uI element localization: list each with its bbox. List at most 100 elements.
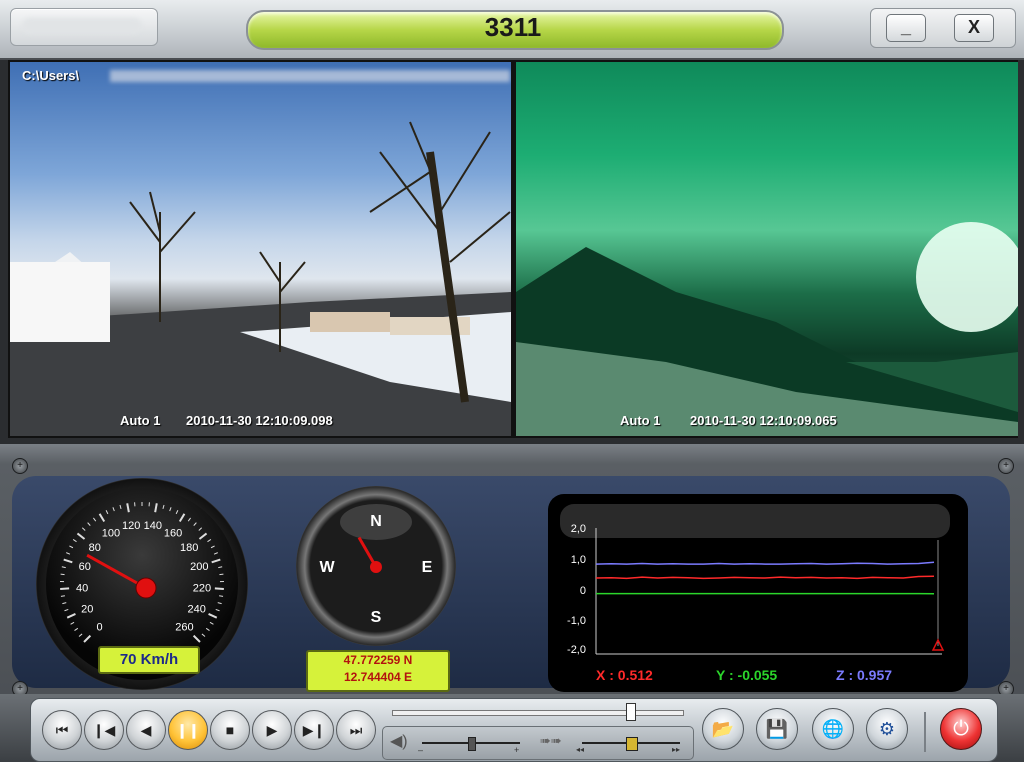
stop-button[interactable]: ■ [210,710,250,750]
open-folder-button[interactable]: 📂 [702,708,744,750]
speedometer-tick [169,507,172,512]
speedometer-tick [187,517,192,522]
separator [924,712,926,752]
speedometer-tick [66,552,71,555]
y-tick-label: 1,0 [570,554,586,566]
camera-view-2[interactable]: Auto 1 2010-11-30 12:10:09.065 [516,62,1018,436]
step-back-button[interactable]: ❙◀ [84,710,124,750]
play-button[interactable]: ▶ [252,710,292,750]
speedometer-tick-label: 240 [188,604,206,616]
play-backward-button[interactable]: ◀ [126,710,166,750]
speedometer-tick [81,527,86,531]
position-slider-thumb[interactable] [625,703,636,721]
fast-forward-icon: ➠➠ [540,733,562,748]
speedometer-tick [92,517,97,522]
speedometer-tick [175,510,179,515]
accelerometer-plot [595,528,945,655]
camera-1-timestamp: 2010-11-30 12:10:09.098 [186,413,333,428]
save-icon: 💾 [765,719,789,739]
compass-west-label: W [319,559,335,576]
compass-north-label: N [370,513,382,530]
y-tick-label: -1,0 [567,615,586,627]
save-button[interactable]: 💾 [756,708,798,750]
speedometer-tick [209,621,214,625]
camera-1-channel: Auto 1 [120,413,161,428]
volume-slider-thumb[interactable] [468,737,476,751]
speedometer-tick [70,621,75,625]
skip-last-button[interactable]: ⏭ [336,710,376,750]
screw-icon: + [12,458,28,474]
stop-icon: ■ [225,722,235,738]
y-tick-label: -2,0 [567,644,586,656]
longitude-readout: 12.744404 E [343,670,413,684]
speedometer-tick-label: 220 [193,583,211,595]
speedometer-tick [208,613,218,619]
camera-2-channel: Auto 1 [620,413,661,428]
speedometer-tick [217,602,222,605]
compass-dial: N E S W [319,504,433,626]
window-title: 3311 [484,12,542,42]
speedometer-tick [64,608,69,612]
skip-first-button[interactable]: ⏮ [42,710,82,750]
speedometer-tick [87,522,91,526]
close-button[interactable]: X [954,14,994,42]
series-line-x [595,575,935,580]
speedometer-tick [192,634,201,643]
pause-button[interactable]: ❙❙ [168,710,208,750]
minimize-button[interactable]: _ [886,14,926,42]
speedometer-tick [205,627,210,631]
play-icon: ▶ [266,722,278,738]
step-forward-button[interactable]: ▶❙ [294,710,334,750]
globe-icon: 🌐 [821,719,845,739]
skip-last-icon: ⏭ [349,722,363,738]
speedometer-tick [61,566,66,569]
volume-plus-label: + [514,745,520,755]
camera-1-scene [10,121,511,436]
speedometer-tick [105,510,109,515]
speedometer-tick [162,504,165,509]
logo-redacted [22,18,142,34]
power-button[interactable]: ⏻ [940,708,982,750]
x-axis-readout: X : 0.512 [596,667,653,683]
settings-button[interactable]: ⚙ [866,708,908,750]
speedometer-tick [60,587,70,590]
pause-icon: ❙❙ [176,722,200,738]
speed-minus-label: ◂◂ [576,745,585,754]
speed-slider-thumb[interactable] [626,737,638,751]
speedometer-tick [119,504,122,509]
speedometer-tick-label: 40 [76,583,88,595]
speedometer-tick [214,587,224,590]
speed-plus-label: ▸▸ [672,745,681,754]
speedometer-tick [60,595,65,597]
latitude-readout: 47.772259 N [343,653,413,667]
gps-coordinates: 47.772259 N 12.744404 E [306,650,450,692]
speedometer-tick-label: 160 [164,528,182,540]
compass-south-label: S [371,609,382,626]
speedometer-tick-label: 200 [190,561,208,573]
compass-east-label: E [422,559,433,576]
speedometer-tick-label: 140 [144,520,162,532]
speedometer-tick [78,633,83,637]
speedometer-tick [112,507,115,512]
speedometer-tick-label: 120 [122,520,140,532]
speedometer-tick [213,552,218,555]
speedometer-tick-label: 180 [180,542,198,554]
camera-view-1[interactable]: C:\Users\ Auto 1 2010-11-30 12:10:09.098 [10,62,511,436]
camera-1-path: C:\Users\ [22,68,80,83]
screw-icon: + [998,458,1014,474]
power-icon: ⏻ [953,718,969,740]
speedometer-tick-label: 100 [102,528,120,540]
speedometer-tick [193,522,197,526]
speedometer-tick-label: 0 [97,621,103,633]
y-tick-label: 2,0 [570,523,586,535]
speedometer-tick [219,595,224,597]
speedometer-tick [178,513,186,523]
z-axis-readout: Z : 0.957 [836,667,893,683]
speedometer-tick-label: 260 [175,621,193,633]
step-forward-icon: ▶❙ [302,722,326,738]
map-button[interactable]: 🌐 [812,708,854,750]
speedometer-tick-label: 60 [79,561,91,573]
position-slider[interactable] [392,710,684,716]
speedometer-tick [62,602,67,605]
speedometer-tick [207,539,212,543]
